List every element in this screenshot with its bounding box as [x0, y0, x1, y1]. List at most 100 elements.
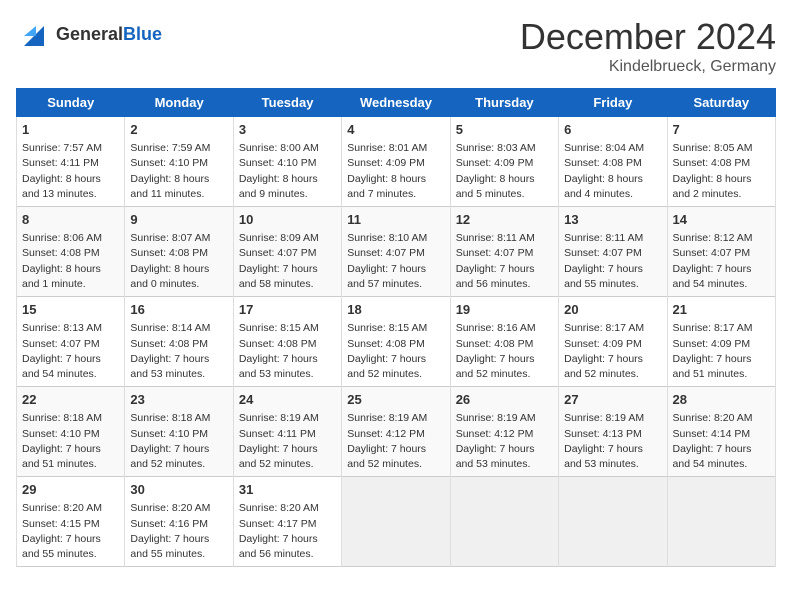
day-number: 9: [130, 211, 227, 229]
calendar-cell: 25 Sunrise: 8:19 AM Sunset: 4:12 PM Dayli…: [342, 387, 450, 477]
day-info: Sunrise: 8:11 AM Sunset: 4:07 PM Dayligh…: [564, 231, 661, 292]
week-row-5: 29 Sunrise: 8:20 AM Sunset: 4:15 PM Dayli…: [17, 477, 776, 567]
calendar-body: 1Sunrise: 7:57 AM Sunset: 4:11 PM Daylig…: [17, 117, 776, 567]
day-info: Sunrise: 8:01 AM Sunset: 4:09 PM Dayligh…: [347, 141, 444, 202]
day-info: Sunrise: 8:07 AM Sunset: 4:08 PM Dayligh…: [130, 231, 227, 292]
calendar-cell: 29 Sunrise: 8:20 AM Sunset: 4:15 PM Dayli…: [17, 477, 125, 567]
day-number: 16: [130, 301, 227, 319]
day-number: 25: [347, 391, 444, 409]
day-number: 4: [347, 121, 444, 139]
calendar-cell: 7 Sunrise: 8:05 AM Sunset: 4:08 PM Daylig…: [667, 117, 775, 207]
day-info: Sunrise: 8:16 AM Sunset: 4:08 PM Dayligh…: [456, 321, 553, 382]
day-number: 18: [347, 301, 444, 319]
day-header-sunday: Sunday: [17, 89, 125, 117]
logo-blue-text: Blue: [123, 24, 162, 44]
day-info: Sunrise: 8:11 AM Sunset: 4:07 PM Dayligh…: [456, 231, 553, 292]
day-info: Sunrise: 8:05 AM Sunset: 4:08 PM Dayligh…: [673, 141, 770, 202]
week-row-2: 8Sunrise: 8:06 AM Sunset: 4:08 PM Daylig…: [17, 207, 776, 297]
day-info: Sunrise: 8:12 AM Sunset: 4:07 PM Dayligh…: [673, 231, 770, 292]
week-row-3: 15 Sunrise: 8:13 AM Sunset: 4:07 PM Dayli…: [17, 297, 776, 387]
week-row-1: 1Sunrise: 7:57 AM Sunset: 4:11 PM Daylig…: [17, 117, 776, 207]
day-header-saturday: Saturday: [667, 89, 775, 117]
day-number: 7: [673, 121, 770, 139]
day-header-friday: Friday: [559, 89, 667, 117]
calendar-cell: 20 Sunrise: 8:17 AM Sunset: 4:09 PM Dayli…: [559, 297, 667, 387]
day-number: 26: [456, 391, 553, 409]
day-info: Sunrise: 8:18 AM Sunset: 4:10 PM Dayligh…: [130, 411, 227, 472]
day-number: 23: [130, 391, 227, 409]
day-number: 30: [130, 481, 227, 499]
calendar-cell: 13 Sunrise: 8:11 AM Sunset: 4:07 PM Dayli…: [559, 207, 667, 297]
day-number: 19: [456, 301, 553, 319]
calendar-cell: 3 Sunrise: 8:00 AM Sunset: 4:10 PM Daylig…: [233, 117, 341, 207]
day-info: Sunrise: 8:00 AM Sunset: 4:10 PM Dayligh…: [239, 141, 336, 202]
calendar-cell: [559, 477, 667, 567]
day-header-monday: Monday: [125, 89, 233, 117]
calendar-cell: 24Sunrise: 8:19 AM Sunset: 4:11 PM Dayli…: [233, 387, 341, 477]
day-info: Sunrise: 8:20 AM Sunset: 4:16 PM Dayligh…: [130, 501, 227, 562]
day-header-tuesday: Tuesday: [233, 89, 341, 117]
day-number: 8: [22, 211, 119, 229]
day-number: 13: [564, 211, 661, 229]
calendar-cell: 1Sunrise: 7:57 AM Sunset: 4:11 PM Daylig…: [17, 117, 125, 207]
day-info: Sunrise: 7:59 AM Sunset: 4:10 PM Dayligh…: [130, 141, 227, 202]
day-header-wednesday: Wednesday: [342, 89, 450, 117]
day-number: 31: [239, 481, 336, 499]
calendar-cell: 5 Sunrise: 8:03 AM Sunset: 4:09 PM Daylig…: [450, 117, 558, 207]
calendar-cell: 31 Sunrise: 8:20 AM Sunset: 4:17 PM Dayli…: [233, 477, 341, 567]
day-number: 3: [239, 121, 336, 139]
day-info: Sunrise: 8:09 AM Sunset: 4:07 PM Dayligh…: [239, 231, 336, 292]
calendar-cell: 8Sunrise: 8:06 AM Sunset: 4:08 PM Daylig…: [17, 207, 125, 297]
calendar-cell: 6 Sunrise: 8:04 AM Sunset: 4:08 PM Daylig…: [559, 117, 667, 207]
day-info: Sunrise: 8:13 AM Sunset: 4:07 PM Dayligh…: [22, 321, 119, 382]
day-number: 22: [22, 391, 119, 409]
calendar-cell: 28Sunrise: 8:20 AM Sunset: 4:14 PM Dayli…: [667, 387, 775, 477]
calendar-cell: 2Sunrise: 7:59 AM Sunset: 4:10 PM Daylig…: [125, 117, 233, 207]
day-info: Sunrise: 8:17 AM Sunset: 4:09 PM Dayligh…: [564, 321, 661, 382]
day-info: Sunrise: 8:15 AM Sunset: 4:08 PM Dayligh…: [239, 321, 336, 382]
logo: GeneralBlue: [16, 16, 162, 52]
day-number: 11: [347, 211, 444, 229]
day-info: Sunrise: 8:17 AM Sunset: 4:09 PM Dayligh…: [673, 321, 770, 382]
calendar-cell: 14Sunrise: 8:12 AM Sunset: 4:07 PM Dayli…: [667, 207, 775, 297]
logo-general-text: General: [56, 24, 123, 44]
calendar-cell: 30 Sunrise: 8:20 AM Sunset: 4:16 PM Dayli…: [125, 477, 233, 567]
day-info: Sunrise: 8:19 AM Sunset: 4:12 PM Dayligh…: [456, 411, 553, 472]
calendar-table: SundayMondayTuesdayWednesdayThursdayFrid…: [16, 88, 776, 567]
day-number: 17: [239, 301, 336, 319]
calendar-header-row: SundayMondayTuesdayWednesdayThursdayFrid…: [17, 89, 776, 117]
location-title: Kindelbrueck, Germany: [520, 58, 776, 76]
day-number: 6: [564, 121, 661, 139]
day-number: 15: [22, 301, 119, 319]
day-number: 28: [673, 391, 770, 409]
calendar-cell: 22 Sunrise: 8:18 AM Sunset: 4:10 PM Dayli…: [17, 387, 125, 477]
day-number: 27: [564, 391, 661, 409]
day-header-thursday: Thursday: [450, 89, 558, 117]
calendar-cell: 19 Sunrise: 8:16 AM Sunset: 4:08 PM Dayli…: [450, 297, 558, 387]
calendar-cell: 27 Sunrise: 8:19 AM Sunset: 4:13 PM Dayli…: [559, 387, 667, 477]
day-info: Sunrise: 8:20 AM Sunset: 4:17 PM Dayligh…: [239, 501, 336, 562]
day-number: 10: [239, 211, 336, 229]
day-info: Sunrise: 8:03 AM Sunset: 4:09 PM Dayligh…: [456, 141, 553, 202]
day-info: Sunrise: 8:19 AM Sunset: 4:11 PM Dayligh…: [239, 411, 336, 472]
day-info: Sunrise: 8:19 AM Sunset: 4:12 PM Dayligh…: [347, 411, 444, 472]
day-number: 5: [456, 121, 553, 139]
calendar-cell: [342, 477, 450, 567]
day-number: 21: [673, 301, 770, 319]
day-number: 29: [22, 481, 119, 499]
day-info: Sunrise: 8:20 AM Sunset: 4:15 PM Dayligh…: [22, 501, 119, 562]
day-info: Sunrise: 8:14 AM Sunset: 4:08 PM Dayligh…: [130, 321, 227, 382]
day-info: Sunrise: 8:04 AM Sunset: 4:08 PM Dayligh…: [564, 141, 661, 202]
calendar-cell: [450, 477, 558, 567]
day-number: 12: [456, 211, 553, 229]
week-row-4: 22 Sunrise: 8:18 AM Sunset: 4:10 PM Dayli…: [17, 387, 776, 477]
calendar-cell: 18Sunrise: 8:15 AM Sunset: 4:08 PM Dayli…: [342, 297, 450, 387]
title-area: December 2024 Kindelbrueck, Germany: [520, 16, 776, 76]
calendar-cell: 15 Sunrise: 8:13 AM Sunset: 4:07 PM Dayli…: [17, 297, 125, 387]
day-info: Sunrise: 8:19 AM Sunset: 4:13 PM Dayligh…: [564, 411, 661, 472]
day-info: Sunrise: 7:57 AM Sunset: 4:11 PM Dayligh…: [22, 141, 119, 202]
day-info: Sunrise: 8:18 AM Sunset: 4:10 PM Dayligh…: [22, 411, 119, 472]
calendar-cell: 4 Sunrise: 8:01 AM Sunset: 4:09 PM Daylig…: [342, 117, 450, 207]
calendar-cell: 16 Sunrise: 8:14 AM Sunset: 4:08 PM Dayli…: [125, 297, 233, 387]
day-number: 20: [564, 301, 661, 319]
